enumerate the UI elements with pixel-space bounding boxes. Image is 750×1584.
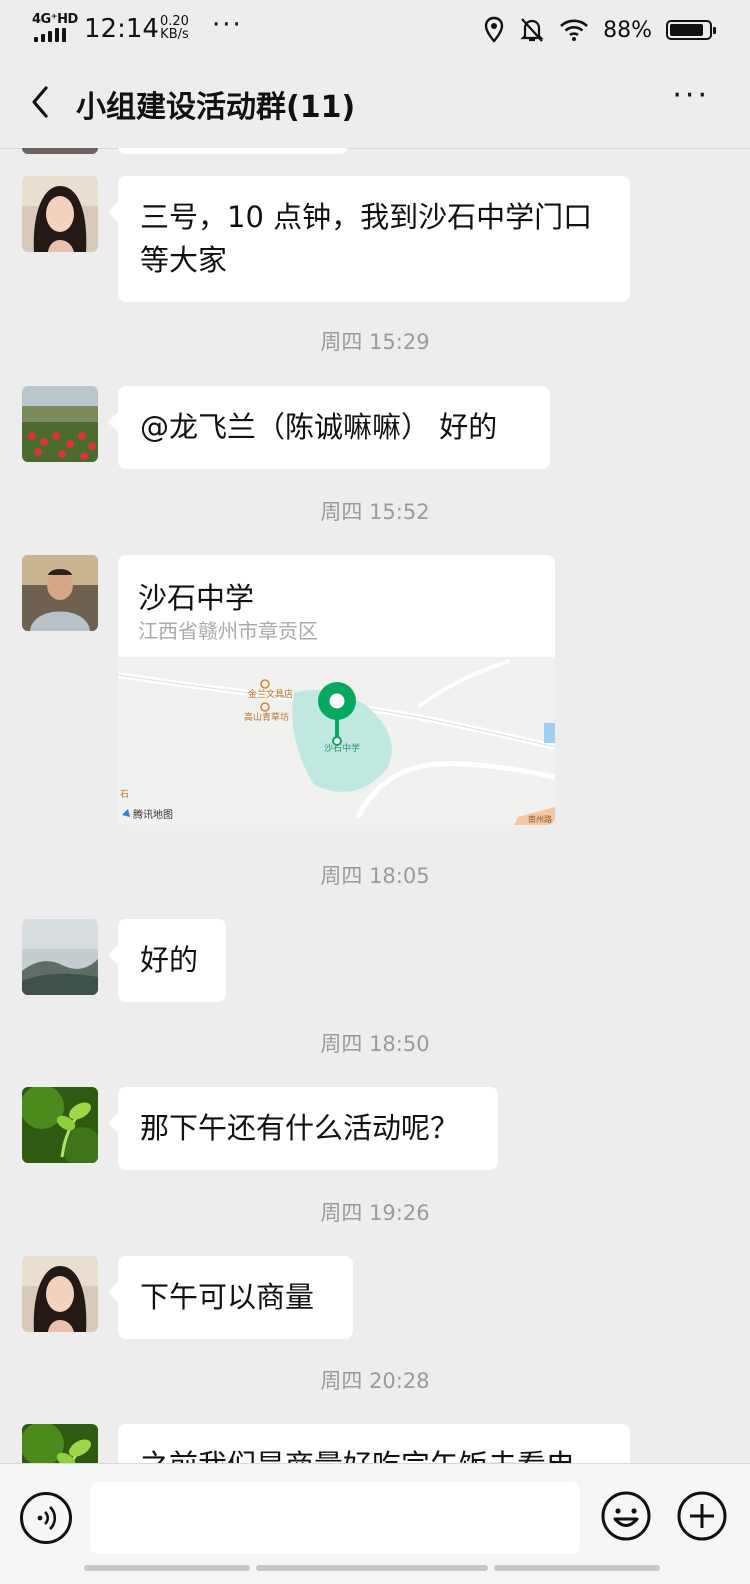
gesture-bar (84, 1565, 660, 1571)
chevron-left-icon (32, 86, 48, 118)
chat-header: 小组建设活动群(11) ··· (0, 58, 750, 149)
network-speed: 0.20 KB/s (160, 15, 189, 41)
mute-bell-icon (520, 18, 544, 42)
battery-percent: 88% (603, 17, 652, 43)
timestamp: 周四 19:26 (320, 1201, 430, 1225)
speed-unit: KB/s (160, 27, 189, 42)
more-button[interactable]: ··· (672, 78, 710, 113)
timestamp: 周四 20:28 (320, 1369, 430, 1393)
status-more: ··· (212, 10, 243, 40)
map-road-label: 南州路 (528, 814, 552, 824)
location-card[interactable]: 沙石中学 江西省赣州市章贡区 金兰文具店 高山青草坊 沙石中学 石 南州路 腾讯… (118, 555, 555, 825)
map-brand-label: 腾讯地图 (133, 808, 173, 821)
battery-icon (666, 20, 716, 40)
voice-icon (37, 1506, 57, 1530)
signal-icon (34, 28, 70, 42)
wifi-icon (560, 19, 588, 41)
message-bubble[interactable]: @龙飞兰（陈诚嘛嘛） 好的 (108, 386, 550, 469)
avatar[interactable] (22, 1424, 98, 1463)
avatar[interactable] (22, 176, 98, 252)
back-button[interactable] (22, 82, 62, 122)
timestamp: 周四 15:29 (320, 330, 430, 354)
clock: 12:14 (84, 14, 159, 44)
message-bubble[interactable]: 下午可以商量 (108, 1256, 353, 1339)
message-input[interactable] (90, 1482, 580, 1554)
timestamp: 周四 18:50 (320, 1032, 430, 1056)
partial-avatar (22, 148, 98, 154)
avatar[interactable] (22, 386, 98, 462)
message-bubble[interactable]: 好的 (108, 919, 226, 1002)
emoji-icon (601, 1491, 651, 1541)
chat-title: 小组建设活动群(11) (76, 90, 356, 125)
map-poi-label: 金兰文具店 (248, 688, 293, 700)
map-school-label: 沙石中学 (324, 742, 360, 754)
avatar[interactable] (22, 1087, 98, 1163)
location-icon (484, 16, 504, 43)
partial-bubble (118, 148, 348, 154)
location-map: 金兰文具店 高山青草坊 沙石中学 石 南州路 腾讯地图 (118, 657, 555, 825)
status-icons: 88% (483, 14, 716, 46)
emoji-button[interactable] (600, 1490, 652, 1542)
avatar[interactable] (22, 919, 98, 995)
map-poi-label: 高山青草坊 (244, 711, 289, 723)
location-name: 沙石中学 (138, 581, 255, 615)
plus-icon (677, 1491, 727, 1541)
voice-button[interactable] (20, 1492, 72, 1544)
message-list[interactable]: 三号，10 点钟，我到沙石中学门口等大家 周四 15:29 @龙飞兰（陈诚嘛嘛）… (0, 148, 750, 1463)
timestamp: 周四 18:05 (320, 864, 430, 888)
avatar[interactable] (22, 1256, 98, 1332)
message-bubble[interactable]: 三号，10 点钟，我到沙石中学门口等大家 (108, 176, 630, 302)
location-address: 江西省赣州市章贡区 (138, 619, 318, 643)
avatar[interactable] (22, 555, 98, 631)
message-bubble[interactable]: 那下午还有什么活动呢？ (108, 1087, 498, 1170)
message-bubble[interactable]: 之前我们是商量好吃完午饭去看电 (118, 1424, 630, 1463)
network-type: 4G⁺HD (32, 12, 78, 27)
status-bar: 4G⁺HD 12:14 0.20 KB/s ··· 88% (0, 0, 750, 58)
timestamp: 周四 15:52 (320, 500, 430, 524)
map-edge-label: 石 (120, 790, 129, 800)
more-actions-button[interactable] (676, 1490, 728, 1542)
